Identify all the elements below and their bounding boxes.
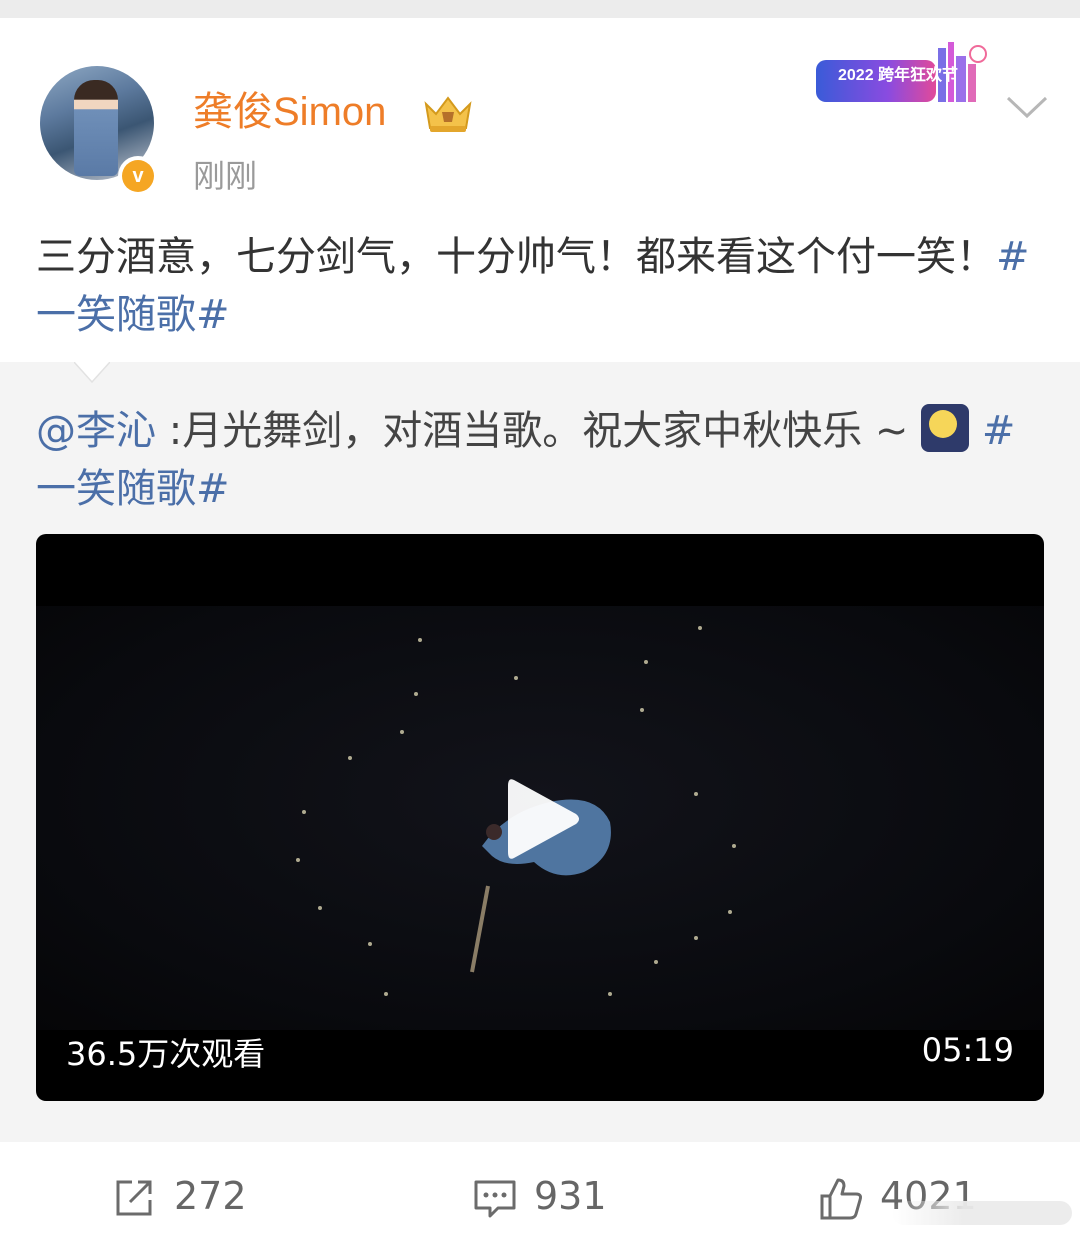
repost-card[interactable]: @李沁 :月光舞剑，对酒当歌。祝大家中秋快乐 ~ #一笑随歌# 36.5万次观看…: [0, 362, 1080, 1142]
video-player[interactable]: 36.5万次观看 05:19: [36, 534, 1044, 1101]
play-icon[interactable]: [504, 774, 584, 864]
post-card: v 龚俊Simon 刚刚 2022 跨年狂欢节 三分酒意，七分剑气，十分帅气！都…: [0, 18, 1080, 362]
comment-count: 931: [534, 1174, 607, 1218]
post-text: 三分酒意，七分剑气，十分帅气！都来看这个付一笑！#一笑随歌#: [36, 228, 1046, 344]
moon-icon: [921, 404, 970, 452]
repost-caret: [74, 362, 110, 384]
watermark: [892, 1201, 1072, 1225]
mention-link[interactable]: @李沁: [36, 408, 156, 454]
chevron-down-icon[interactable]: [1004, 92, 1050, 120]
view-count: 36.5万次观看: [66, 1035, 266, 1073]
top-strip: [0, 0, 1080, 18]
svg-text:2022 跨年狂欢节: 2022 跨年狂欢节: [838, 65, 958, 84]
repost-count: 272: [174, 1174, 247, 1218]
verified-badge-icon: v: [118, 156, 158, 196]
username[interactable]: 龚俊Simon: [193, 86, 386, 138]
event-banner[interactable]: 2022 跨年狂欢节: [814, 40, 988, 116]
share-icon: [116, 1180, 152, 1216]
crown-icon[interactable]: [422, 90, 474, 134]
video-duration: 05:19: [921, 1031, 1014, 1069]
comment-button[interactable]: 931: [472, 1172, 632, 1220]
post-timestamp: 刚刚: [193, 157, 258, 195]
repost-button[interactable]: 272: [112, 1172, 272, 1220]
repost-text: @李沁 :月光舞剑，对酒当歌。祝大家中秋快乐 ~ #一笑随歌#: [36, 402, 1046, 518]
avatar-photo: [74, 80, 118, 176]
thumbs-up-icon: [820, 1178, 862, 1220]
action-bar: 272 931 4021: [0, 1142, 1080, 1237]
post-body: 三分酒意，七分剑气，十分帅气！都来看这个付一笑！: [36, 234, 996, 280]
repost-body: :月光舞剑，对酒当歌。祝大家中秋快乐 ~: [156, 408, 922, 454]
comment-icon: [474, 1180, 516, 1218]
